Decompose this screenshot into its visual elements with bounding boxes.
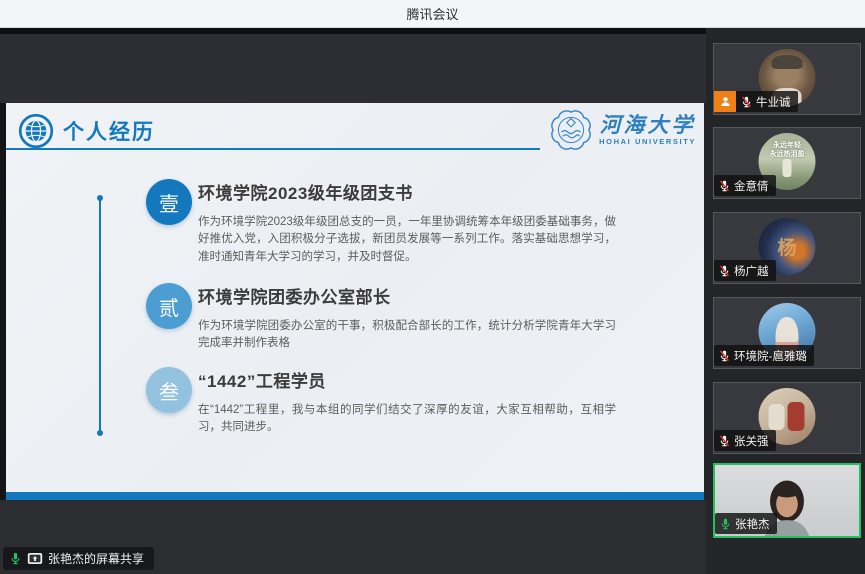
slide-section-3: 叁 “1442”工程学员 在“1442”工程里，我与本组的同学们结交了深厚的友谊… — [146, 367, 626, 437]
university-emblem-icon — [550, 109, 592, 151]
presentation-slide: 个人经历 河海大学 HOHAI UNIVERSITY — [6, 103, 704, 492]
host-badge-icon — [714, 91, 736, 112]
section-number-badge: 贰 — [146, 283, 192, 329]
meeting-window: 腾讯会议 个人经历 — [0, 0, 865, 574]
timeline-rule — [99, 198, 101, 433]
screen-share-toast[interactable]: 张艳杰的屏幕共享 — [3, 547, 154, 570]
section-heading: 环境学院团委办公室部长 — [198, 283, 626, 308]
section-number-badge: 壹 — [146, 179, 192, 225]
muted-mic-icon — [718, 434, 731, 448]
shared-screen-top-band — [0, 34, 706, 103]
participant-name: 张艳杰 — [735, 516, 770, 532]
section-heading: 环境学院2023级年级团支书 — [198, 179, 626, 204]
participants-rail[interactable]: 牛业诚 永远年轻 永远热泪盈 — [706, 28, 865, 574]
window-title: 腾讯会议 — [406, 4, 458, 23]
participant-tile[interactable]: 牛业诚 — [713, 43, 861, 115]
section-heading: “1442”工程学员 — [198, 367, 626, 392]
mic-on-icon — [9, 551, 22, 566]
muted-mic-icon — [718, 264, 731, 278]
participant-tile-active-speaker[interactable]: 张艳杰 — [713, 463, 861, 538]
participant-name: 环境院-扈雅璐 — [734, 348, 807, 364]
participant-tile[interactable]: 永远年轻 永远热泪盈 — [713, 127, 861, 199]
participant-name: 杨广越 — [734, 263, 769, 279]
slide-section-1: 壹 环境学院2023级年级团支书 作为环境学院2023级年级团总支的一员，一年里… — [146, 179, 626, 266]
participant-tile[interactable]: 张关强 — [713, 382, 861, 454]
globe-icon — [18, 113, 54, 149]
screen-share-label: 张艳杰的屏幕共享 — [48, 550, 144, 567]
section-number-badge: 叁 — [146, 367, 192, 413]
avatar-caption: 永远年轻 永远热泪盈 — [759, 141, 816, 160]
university-name-cn: 河海大学 — [600, 114, 696, 136]
header-rule — [6, 148, 540, 150]
slide-title: 个人经历 — [63, 116, 155, 146]
shared-screen-stage: 个人经历 河海大学 HOHAI UNIVERSITY — [0, 28, 865, 574]
participant-tile[interactable]: 杨 杨广越 — [713, 212, 861, 284]
muted-mic-icon — [718, 179, 731, 193]
university-name-en: HOHAI UNIVERSITY — [599, 138, 696, 146]
university-logo: 河海大学 HOHAI UNIVERSITY — [550, 109, 696, 151]
slide-header: 个人经历 — [18, 113, 155, 149]
mic-on-icon — [719, 517, 732, 531]
participant-name: 张关强 — [734, 433, 769, 449]
participant-name: 牛业诚 — [756, 94, 791, 110]
window-titlebar[interactable]: 腾讯会议 — [0, 0, 865, 28]
slide-footer-stripe — [6, 492, 704, 500]
muted-mic-icon — [718, 349, 731, 363]
muted-mic-icon — [740, 95, 753, 109]
screen-share-icon — [27, 552, 43, 566]
participant-tile[interactable]: 环境院-扈雅璐 — [713, 297, 861, 369]
section-body: 作为环境学院团委办公室的干事，积极配合部长的工作，统计分析学院青年大学习完成率并… — [198, 318, 616, 353]
section-body: 作为环境学院2023级年级团总支的一员，一年里协调统筹本年级团委基础事务，做好推… — [198, 214, 616, 266]
slide-section-2: 贰 环境学院团委办公室部长 作为环境学院团委办公室的干事，积极配合部长的工作，统… — [146, 283, 626, 353]
participant-name: 金意倩 — [734, 178, 769, 194]
section-body: 在“1442”工程里，我与本组的同学们结交了深厚的友谊，大家互相帮助，互相学习，… — [198, 402, 616, 437]
